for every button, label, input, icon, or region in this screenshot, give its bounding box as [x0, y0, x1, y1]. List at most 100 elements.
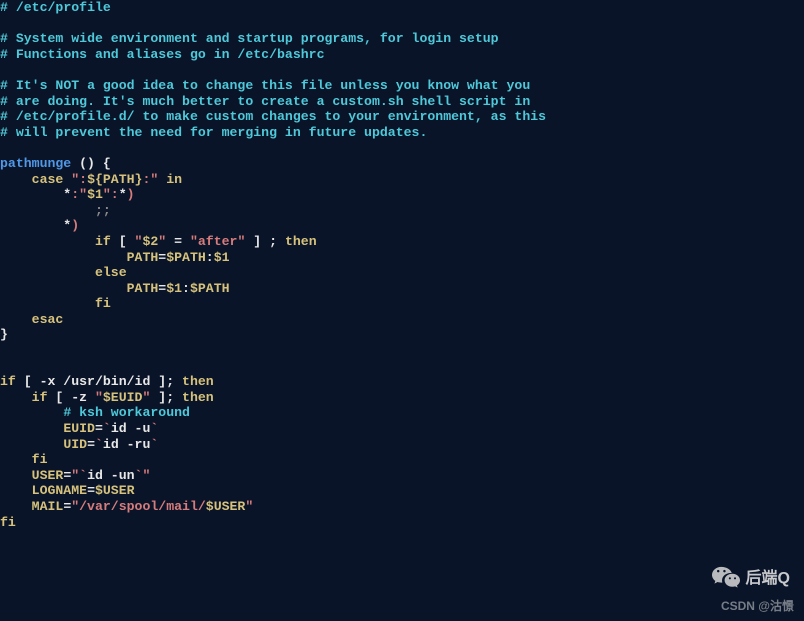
token-white — [0, 296, 95, 311]
token-white: [ -z — [47, 390, 94, 405]
token-white — [0, 468, 32, 483]
token-white — [0, 250, 127, 265]
token-var: $USER — [95, 483, 135, 498]
code-line: # It's NOT a good idea to change this fi… — [0, 78, 530, 93]
token-var: USER — [32, 468, 64, 483]
token-white: id -ru — [103, 437, 150, 452]
token-comment: # ksh workaround — [63, 405, 190, 420]
token-comment: /etc/profile — [16, 0, 111, 15]
token-comment: # — [0, 31, 8, 46]
code-line: USER="`id -un`" — [0, 468, 150, 483]
code-line: MAIL="/var/spool/mail/$USER" — [0, 499, 253, 514]
token-comment: It's NOT a good idea to change this file… — [16, 78, 530, 93]
token-white — [0, 405, 63, 420]
token-var: fi — [0, 515, 16, 530]
token-white: : — [206, 250, 214, 265]
token-comment: # — [0, 109, 8, 124]
token-white: : — [182, 281, 190, 296]
code-line: pathmunge () { — [0, 156, 111, 171]
token-comment: # — [0, 94, 8, 109]
token-var: MAIL — [32, 499, 64, 514]
token-str: "/var/spool/mail/ — [71, 499, 206, 514]
code-line: ;; — [0, 203, 111, 218]
token-var: case — [32, 172, 72, 187]
token-white: ]; — [150, 390, 182, 405]
code-line: } — [0, 327, 8, 342]
token-comment: # — [0, 78, 8, 93]
token-white — [0, 499, 32, 514]
code-block: # /etc/profile # System wide environment… — [0, 0, 804, 530]
token-var: PATH — [127, 281, 159, 296]
token-white: id -u — [111, 421, 151, 436]
watermark-text: 后端Q — [746, 571, 790, 587]
token-var: ${PATH} — [87, 172, 142, 187]
token-white: ] ; — [245, 234, 285, 249]
token-white: = — [87, 437, 95, 452]
token-var: $PATH — [190, 281, 230, 296]
token-comment: /etc/profile.d/ to make custom changes t… — [16, 109, 546, 124]
token-var: $PATH — [166, 250, 206, 265]
token-white: * — [0, 187, 71, 202]
code-line: *) — [0, 218, 79, 233]
token-str: ": — [71, 172, 87, 187]
token-var: LOGNAME — [32, 483, 87, 498]
token-comment: # — [0, 47, 8, 62]
token-white: * — [119, 187, 127, 202]
token-ident: pathmunge — [0, 156, 79, 171]
code-line: *:"$1":*) — [0, 187, 135, 202]
token-white — [8, 109, 16, 124]
attribution-text: CSDN @沽憬 — [721, 599, 794, 615]
token-var: fi — [32, 452, 48, 467]
token-var: UID — [63, 437, 87, 452]
token-white: = — [95, 421, 103, 436]
token-white: () { — [79, 156, 111, 171]
code-line: # /etc/profile.d/ to make custom changes… — [0, 109, 546, 124]
token-var: $1 — [214, 250, 230, 265]
token-white — [0, 437, 63, 452]
code-line: # are doing. It's much better to create … — [0, 94, 530, 109]
token-comment: are doing. It's much better to create a … — [16, 94, 530, 109]
token-var: in — [158, 172, 182, 187]
token-white — [0, 483, 32, 498]
code-line: else — [0, 265, 127, 280]
code-line: EUID=`id -u` — [0, 421, 158, 436]
token-var: then — [182, 390, 214, 405]
token-str: ` — [95, 437, 103, 452]
token-str: ": — [103, 187, 119, 202]
token-comment: Functions and aliases go in /etc/bashrc — [16, 47, 325, 62]
token-comment: # — [0, 125, 8, 140]
watermark-badge: 后端Q — [712, 565, 790, 593]
token-white — [8, 78, 16, 93]
code-line: # ksh workaround — [0, 405, 190, 420]
token-str: :" — [71, 187, 87, 202]
code-line: if [ -x /usr/bin/id ]; then — [0, 374, 214, 389]
token-white — [0, 234, 95, 249]
token-var: $1 — [87, 187, 103, 202]
token-comment: # — [0, 0, 8, 15]
token-var: if — [32, 390, 48, 405]
token-white: = — [166, 234, 190, 249]
code-line: esac — [0, 312, 63, 327]
token-var: $1 — [166, 281, 182, 296]
token-white: } — [0, 327, 8, 342]
token-str: :" — [142, 172, 158, 187]
token-white — [0, 265, 95, 280]
token-var: then — [285, 234, 317, 249]
token-white — [0, 421, 63, 436]
code-line: PATH=$PATH:$1 — [0, 250, 230, 265]
token-white: * — [0, 218, 71, 233]
token-str: ` — [150, 437, 158, 452]
token-white — [8, 94, 16, 109]
token-str: ` — [103, 421, 111, 436]
code-line: PATH=$1:$PATH — [0, 281, 230, 296]
token-white — [0, 203, 95, 218]
token-str: "` — [71, 468, 87, 483]
token-var: $USER — [206, 499, 246, 514]
token-var: esac — [32, 312, 64, 327]
token-white: = — [158, 281, 166, 296]
token-var: $EUID — [103, 390, 143, 405]
token-str: ) — [127, 187, 135, 202]
token-var: else — [95, 265, 127, 280]
token-white — [0, 281, 127, 296]
token-white — [8, 0, 16, 15]
